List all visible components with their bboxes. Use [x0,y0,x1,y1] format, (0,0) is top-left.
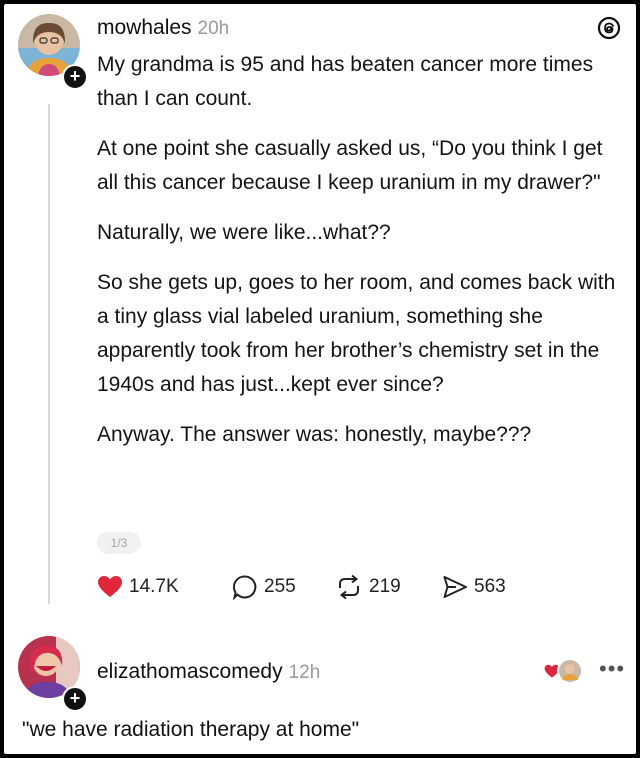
page-indicator: 1/3 [97,532,141,554]
repost-button[interactable]: 219 [335,572,401,602]
repost-icon [339,574,359,600]
reply-reactions [544,658,583,684]
post-paragraph: My grandma is 95 and has beaten cancer m… [97,53,594,110]
comment-count: 255 [264,576,296,597]
reply-time: 12h [288,662,321,683]
follow-plus-icon[interactable]: + [62,686,88,712]
post-paragraph: So she gets up, goes to her room, and co… [97,271,616,396]
follow-plus-icon[interactable]: + [62,64,88,90]
comment-icon [232,575,257,600]
post-paragraph: Naturally, we were like...what?? [97,221,391,244]
heart-icon [98,576,122,597]
like-count: 14.7K [129,576,179,597]
reply-username[interactable]: elizathomascomedy [97,660,283,683]
thread-line [48,104,50,604]
post-paragraph: Anyway. The answer was: honestly, maybe?… [97,423,532,446]
repost-count: 219 [369,576,401,597]
threads-screenshot: + mowhales 20h My grandma is 95 and has b… [4,4,636,754]
share-count: 563 [474,576,506,597]
share-button[interactable]: 563 [442,572,506,602]
more-icon[interactable]: ••• [599,656,625,682]
share-icon [443,576,467,598]
comment-button[interactable]: 255 [232,572,296,602]
threads-logo-icon [597,16,621,40]
like-button[interactable]: 14.7K [97,572,179,602]
post-paragraph: At one point she casually asked us, “Do … [97,137,603,194]
avatar [557,658,583,684]
post-username[interactable]: mowhales [97,16,192,39]
post-header: mowhales 20h [97,16,229,40]
reply-header: elizathomascomedy 12h [97,660,320,684]
post-body: My grandma is 95 and has beaten cancer m… [97,48,617,468]
reply-text: "we have radiation therapy at home" [22,718,360,741]
post-time: 20h [197,18,230,39]
